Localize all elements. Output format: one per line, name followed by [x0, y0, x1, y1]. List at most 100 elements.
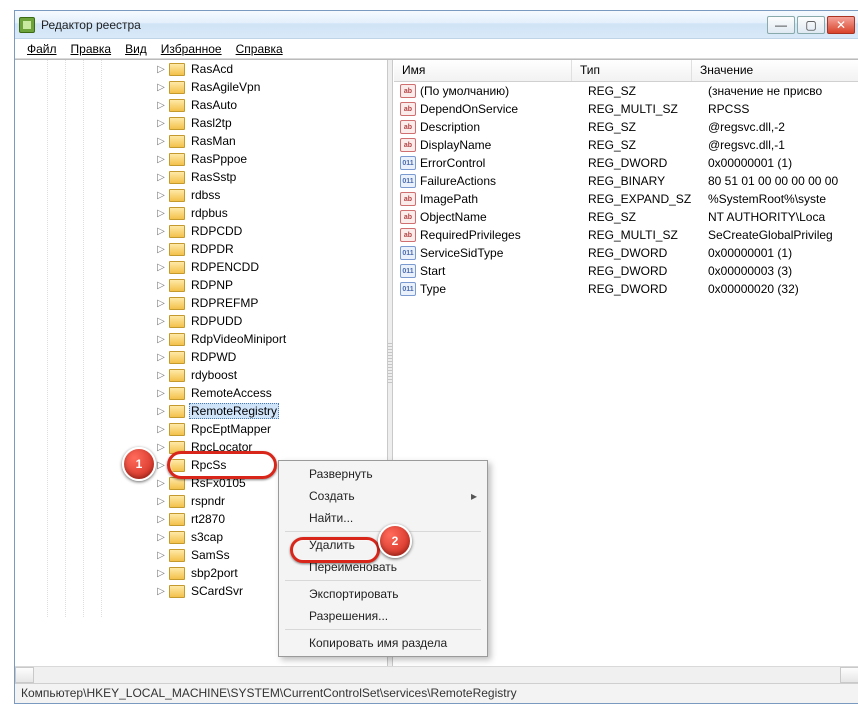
- value-row[interactable]: abDescriptionREG_SZ@regsvc.dll,-2: [394, 118, 858, 136]
- value-data: SeCreateGlobalPrivileg: [708, 228, 858, 242]
- expand-icon[interactable]: ▷: [155, 135, 167, 147]
- tree-item[interactable]: ▷RasAgileVpn: [15, 78, 388, 96]
- menu-view[interactable]: Вид: [119, 41, 153, 57]
- expand-icon[interactable]: ▷: [155, 585, 167, 597]
- menu-file[interactable]: Файл: [21, 41, 63, 57]
- value-name: ServiceSidType: [420, 246, 588, 260]
- value-row[interactable]: abDisplayNameREG_SZ@regsvc.dll,-1: [394, 136, 858, 154]
- folder-icon: [169, 117, 185, 130]
- tree-item[interactable]: ▷RdpVideoMiniport: [15, 330, 388, 348]
- ctx-expand[interactable]: Развернуть: [281, 463, 485, 485]
- binary-value-icon: 011: [400, 264, 416, 278]
- tree-item[interactable]: ▷RasAuto: [15, 96, 388, 114]
- tree-item[interactable]: ▷ RasPppoe: [15, 150, 388, 168]
- value-row[interactable]: abDependOnServiceREG_MULTI_SZRPCSS: [394, 100, 858, 118]
- tree-item[interactable]: ▷RDPENCDD: [15, 258, 388, 276]
- titlebar[interactable]: Редактор реестра — ▢ ✕: [15, 11, 858, 39]
- col-header-name[interactable]: Имя: [394, 60, 572, 81]
- value-data: @regsvc.dll,-1: [708, 138, 858, 152]
- expand-icon[interactable]: ▷: [155, 225, 167, 237]
- tree-item[interactable]: ▷RDPCDD: [15, 222, 388, 240]
- value-data: %SystemRoot%\syste: [708, 192, 858, 206]
- value-row[interactable]: abObjectNameREG_SZNT AUTHORITY\Loca: [394, 208, 858, 226]
- string-value-icon: ab: [400, 120, 416, 134]
- value-name: ErrorControl: [420, 156, 588, 170]
- tree-item[interactable]: ▷RemoteAccess: [15, 384, 388, 402]
- ctx-find[interactable]: Найти...: [281, 507, 485, 529]
- expand-icon[interactable]: ▷: [155, 279, 167, 291]
- expand-icon[interactable]: ▷: [155, 243, 167, 255]
- value-row[interactable]: 011ErrorControlREG_DWORD0x00000001 (1): [394, 154, 858, 172]
- tree-item[interactable]: ▷ RpcEptMapper: [15, 420, 388, 438]
- expand-icon[interactable]: ▷: [155, 153, 167, 165]
- expand-icon[interactable]: ▷: [155, 63, 167, 75]
- value-row[interactable]: 011TypeREG_DWORD0x00000020 (32): [394, 280, 858, 298]
- tree-item[interactable]: ▷rdpbus: [15, 204, 388, 222]
- expand-icon[interactable]: ▷: [155, 441, 167, 453]
- tree-item[interactable]: ▷RDPNP: [15, 276, 388, 294]
- value-row[interactable]: ab(По умолчанию)REG_SZ(значение не присв…: [394, 82, 858, 100]
- tree-item[interactable]: ▷RDPUDD: [15, 312, 388, 330]
- expand-icon[interactable]: ▷: [155, 117, 167, 129]
- expand-icon[interactable]: ▷: [155, 387, 167, 399]
- value-row[interactable]: 011StartREG_DWORD0x00000003 (3): [394, 262, 858, 280]
- tree-item-label: RemoteRegistry: [189, 403, 279, 419]
- expand-icon[interactable]: ▷: [155, 495, 167, 507]
- ctx-export[interactable]: Экспортировать: [281, 583, 485, 605]
- col-header-type[interactable]: Тип: [572, 60, 692, 81]
- tree-item[interactable]: ▷ RemoteRegistry: [15, 402, 388, 420]
- tree-item[interactable]: ▷RasMan: [15, 132, 388, 150]
- menu-favorites[interactable]: Избранное: [155, 41, 228, 57]
- close-button[interactable]: ✕: [827, 16, 855, 34]
- expand-icon[interactable]: ▷: [155, 189, 167, 201]
- expand-icon[interactable]: ▷: [155, 513, 167, 525]
- folder-icon: [169, 369, 185, 382]
- expand-icon[interactable]: ▷: [155, 207, 167, 219]
- expand-icon[interactable]: ▷: [155, 261, 167, 273]
- ctx-permissions[interactable]: Разрешения...: [281, 605, 485, 627]
- tree-item-label: RpcEptMapper: [189, 422, 273, 436]
- value-row[interactable]: abImagePathREG_EXPAND_SZ%SystemRoot%\sys…: [394, 190, 858, 208]
- value-row[interactable]: abRequiredPrivilegesREG_MULTI_SZSeCreate…: [394, 226, 858, 244]
- expand-icon[interactable]: ▷: [155, 315, 167, 327]
- ctx-new[interactable]: Создать: [281, 485, 485, 507]
- expand-icon[interactable]: ▷: [155, 423, 167, 435]
- tree-item-label: RasAcd: [189, 62, 235, 76]
- menu-edit[interactable]: Правка: [65, 41, 118, 57]
- tree-item[interactable]: ▷Rasl2tp: [15, 114, 388, 132]
- tree-item[interactable]: ▷rdyboost: [15, 366, 388, 384]
- expand-icon[interactable]: ▷: [155, 81, 167, 93]
- maximize-button[interactable]: ▢: [797, 16, 825, 34]
- expand-icon[interactable]: ▷: [155, 297, 167, 309]
- list-header: Имя Тип Значение: [394, 60, 858, 82]
- expand-icon[interactable]: ▷: [155, 405, 167, 417]
- expand-icon[interactable]: ▷: [155, 351, 167, 363]
- menu-help[interactable]: Справка: [230, 41, 289, 57]
- horizontal-scrollbar[interactable]: [15, 666, 858, 683]
- minimize-button[interactable]: —: [767, 16, 795, 34]
- expand-icon[interactable]: ▷: [155, 369, 167, 381]
- value-type: REG_DWORD: [588, 264, 708, 278]
- value-type: REG_DWORD: [588, 246, 708, 260]
- col-header-value[interactable]: Значение: [692, 60, 858, 81]
- expand-icon[interactable]: ▷: [155, 99, 167, 111]
- expand-icon[interactable]: ▷: [155, 567, 167, 579]
- value-row[interactable]: 011ServiceSidTypeREG_DWORD0x00000001 (1): [394, 244, 858, 262]
- tree-item[interactable]: ▷ RasAcd: [15, 60, 388, 78]
- tree-item-label: rdbss: [189, 188, 222, 202]
- tree-item[interactable]: ▷RDPWD: [15, 348, 388, 366]
- tree-item[interactable]: ▷RasSstp: [15, 168, 388, 186]
- tree-item[interactable]: ▷RDPREFMP: [15, 294, 388, 312]
- tree-item[interactable]: ▷RDPDR: [15, 240, 388, 258]
- tree-item[interactable]: ▷ rdbss: [15, 186, 388, 204]
- expand-icon[interactable]: ▷: [155, 531, 167, 543]
- value-type: REG_SZ: [588, 84, 708, 98]
- expand-icon[interactable]: ▷: [155, 549, 167, 561]
- value-row[interactable]: 011FailureActionsREG_BINARY80 51 01 00 0…: [394, 172, 858, 190]
- ctx-copy-key-name[interactable]: Копировать имя раздела: [281, 632, 485, 654]
- expand-icon[interactable]: ▷: [155, 333, 167, 345]
- expand-icon[interactable]: ▷: [155, 477, 167, 489]
- expand-icon[interactable]: ▷: [155, 171, 167, 183]
- expand-icon[interactable]: ▷: [155, 459, 167, 471]
- tree-item-label: RasPppoe: [189, 152, 249, 166]
